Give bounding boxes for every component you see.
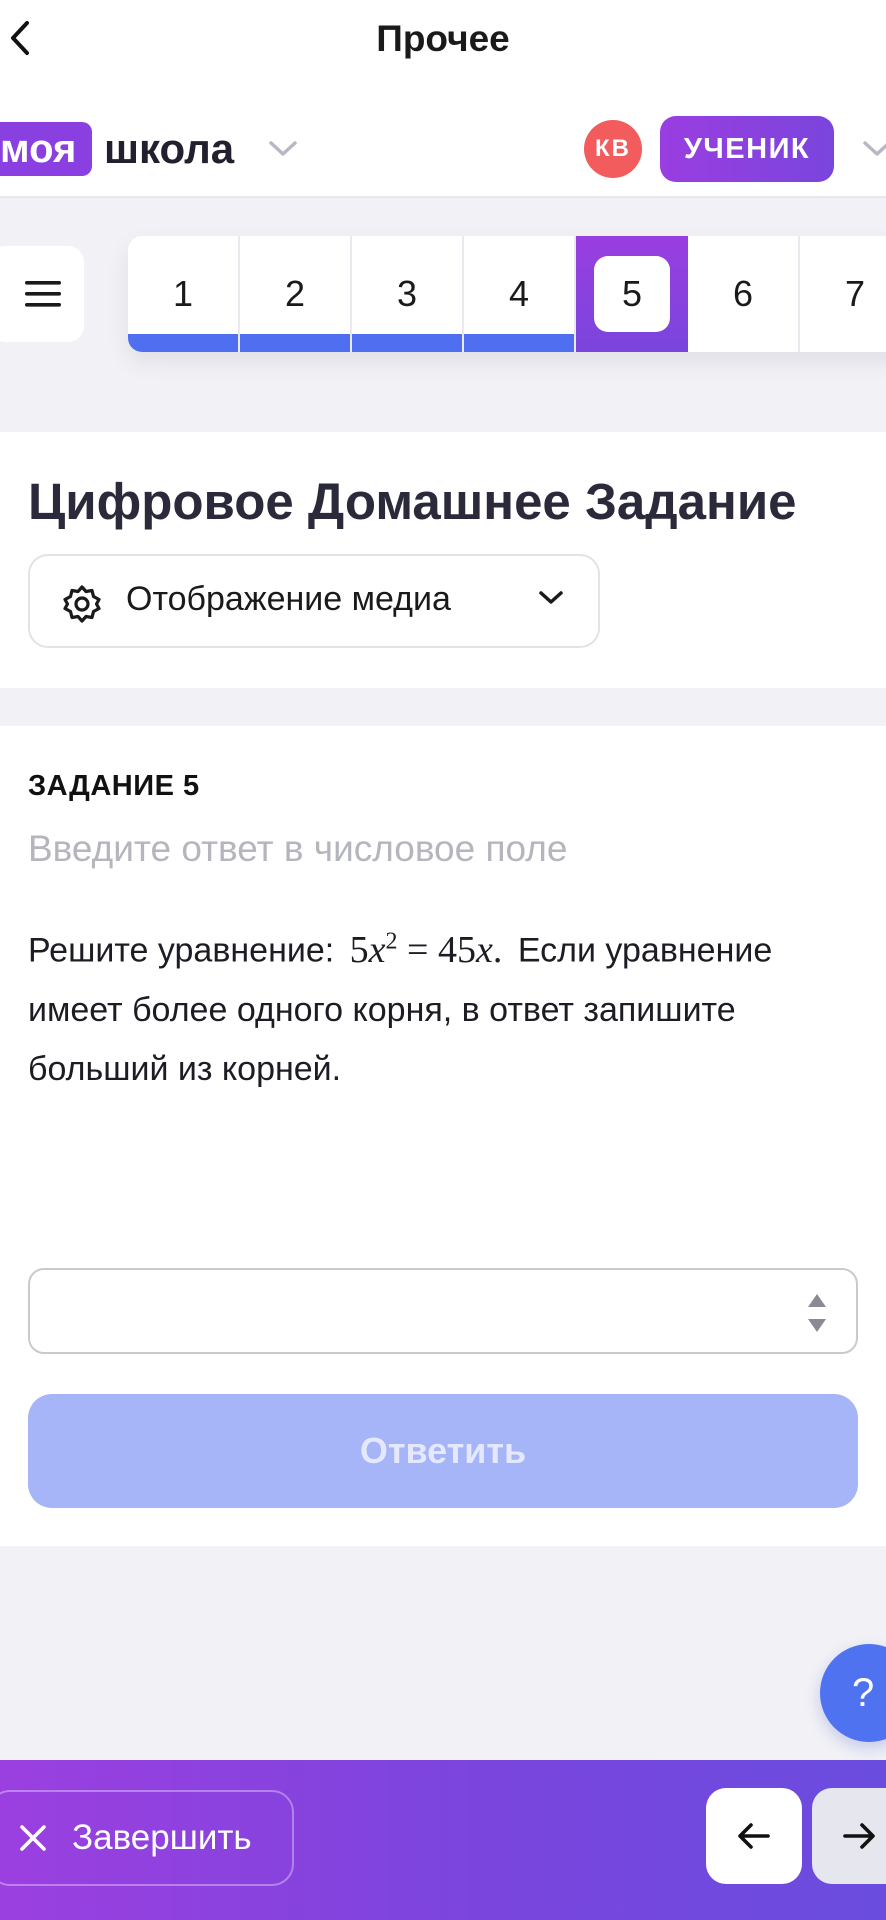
logo-badge[interactable]: моя xyxy=(0,122,93,176)
finish-label: Завершить xyxy=(72,1818,252,1857)
page: Прочее моя школа КВ УЧЕНИК 1 2 3 4 5 6 7… xyxy=(0,0,886,1920)
gear-icon xyxy=(63,585,101,623)
task-tab-number: 6 xyxy=(732,273,754,314)
help-button[interactable]: ? xyxy=(820,1644,886,1742)
task-tab-number: 1 xyxy=(172,273,194,314)
avatar[interactable]: КВ xyxy=(584,120,642,178)
hamburger-icon xyxy=(25,281,61,307)
close-icon xyxy=(20,1825,46,1851)
task-tabs: 1 2 3 4 5 6 7 xyxy=(128,236,886,352)
task-tab-number: 4 xyxy=(508,273,530,314)
task-tab-2[interactable]: 2 xyxy=(240,236,352,352)
chevron-down-icon[interactable] xyxy=(862,140,886,158)
answer-number-input[interactable] xyxy=(28,1268,858,1354)
task-number-label: ЗАДАНИЕ 5 xyxy=(28,770,200,802)
task-progress-bar xyxy=(240,334,350,352)
next-task-button[interactable] xyxy=(812,1788,886,1884)
task-tab-7[interactable]: 7 xyxy=(800,236,886,352)
page-title: Прочее xyxy=(376,18,510,59)
homework-card: Цифровое Домашнее Задание Отображение ме… xyxy=(0,432,886,688)
chevron-down-icon xyxy=(539,591,563,604)
task-tab-number: 2 xyxy=(284,273,306,314)
task-tab-number: 5 xyxy=(594,256,670,332)
logo-text[interactable]: школа xyxy=(104,124,234,174)
finish-button[interactable]: Завершить xyxy=(0,1790,294,1886)
top-nav: Прочее xyxy=(0,0,886,84)
media-display-label: Отображение медиа xyxy=(126,580,451,618)
media-display-dropdown[interactable]: Отображение медиа xyxy=(28,554,600,648)
stepper-arrows-icon[interactable] xyxy=(806,1290,828,1336)
task-progress-bar xyxy=(464,334,574,352)
arrow-left-icon xyxy=(738,1823,770,1849)
task-tab-number: 3 xyxy=(396,273,418,314)
task-text-before: Решите уравнение: xyxy=(28,931,335,970)
bottom-bar: Завершить xyxy=(0,1760,886,1920)
task-progress-bar xyxy=(352,334,462,352)
homework-title: Цифровое Домашнее Задание xyxy=(28,473,797,530)
task-tab-3[interactable]: 3 xyxy=(352,236,464,352)
task-statement: Решите уравнение: 5x2 = 45x. Если уравне… xyxy=(28,912,858,1099)
submit-answer-button[interactable]: Ответить xyxy=(28,1394,858,1508)
role-badge[interactable]: УЧЕНИК xyxy=(660,116,834,182)
task-tab-number: 7 xyxy=(844,273,866,314)
chevron-down-icon[interactable] xyxy=(268,140,298,158)
app-header: моя школа КВ УЧЕНИК xyxy=(0,84,886,198)
task-card: ЗАДАНИЕ 5 Введите ответ в числовое поле … xyxy=(0,726,886,1546)
previous-task-button[interactable] xyxy=(706,1788,802,1884)
task-tab-4[interactable]: 4 xyxy=(464,236,576,352)
menu-button[interactable] xyxy=(0,246,84,342)
task-tab-6[interactable]: 6 xyxy=(688,236,800,352)
task-progress-bar xyxy=(128,334,238,352)
arrow-right-icon xyxy=(843,1823,875,1849)
task-hint: Введите ответ в числовое поле xyxy=(28,828,568,869)
task-tab-5[interactable]: 5 xyxy=(576,236,688,352)
task-tab-1[interactable]: 1 xyxy=(128,236,240,352)
task-equation: 5x2 = 45x. xyxy=(349,928,503,971)
